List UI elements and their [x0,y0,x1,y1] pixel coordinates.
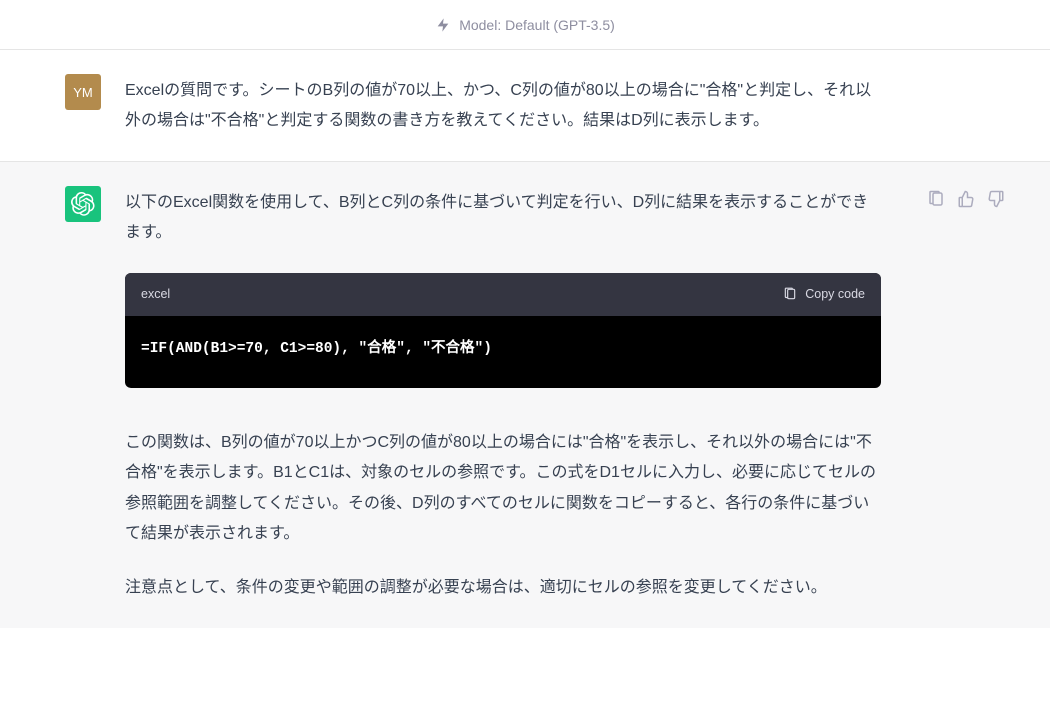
copy-code-button[interactable]: Copy code [783,283,865,307]
code-block: excel Copy code =IF(AND(B1>=70, C1>=80),… [125,273,881,388]
thumbs-up-button[interactable] [957,190,975,208]
code-block-header: excel Copy code [125,273,881,317]
model-bar: Model: Default (GPT-3.5) [0,0,1050,50]
assistant-avatar [65,186,101,222]
assistant-explanation-text: この関数は、B列の値が70以上かつC列の値が80以上の場合には"合格"を表示し、… [125,428,881,550]
assistant-note-text: 注意点として、条件の変更や範囲の調整が必要な場合は、適切にセルの参照を変更してく… [125,573,881,603]
assistant-intro-text: 以下のExcel関数を使用して、B列とC列の条件に基づいて判定を行い、D列に結果… [125,188,881,249]
assistant-turn: 以下のExcel関数を使用して、B列とC列の条件に基づいて判定を行い、D列に結果… [0,162,1050,628]
bolt-icon [435,17,451,33]
code-language-label: excel [141,283,170,307]
user-message-content: Excelの質問です。シートのB列の値が70以上、かつ、C列の値が80以上の場合… [125,74,881,137]
user-avatar: YM [65,74,101,110]
clipboard-icon [783,287,797,301]
user-message-text: Excelの質問です。シートのB列の値が70以上、かつ、C列の値が80以上の場合… [125,76,881,137]
code-content[interactable]: =IF(AND(B1>=70, C1>=80), "合格", "不合格") [125,316,881,388]
assistant-message-content: 以下のExcel関数を使用して、B列とC列の条件に基づいて判定を行い、D列に結果… [125,186,881,604]
model-label: Model: Default (GPT-3.5) [459,17,615,33]
thumbs-down-button[interactable] [987,190,1005,208]
assistant-actions [905,186,1005,604]
user-avatar-initials: YM [73,85,93,100]
copy-code-label: Copy code [805,283,865,307]
user-actions [905,74,1005,137]
user-turn: YM Excelの質問です。シートのB列の値が70以上、かつ、C列の値が80以上… [0,50,1050,162]
copy-response-button[interactable] [927,190,945,208]
